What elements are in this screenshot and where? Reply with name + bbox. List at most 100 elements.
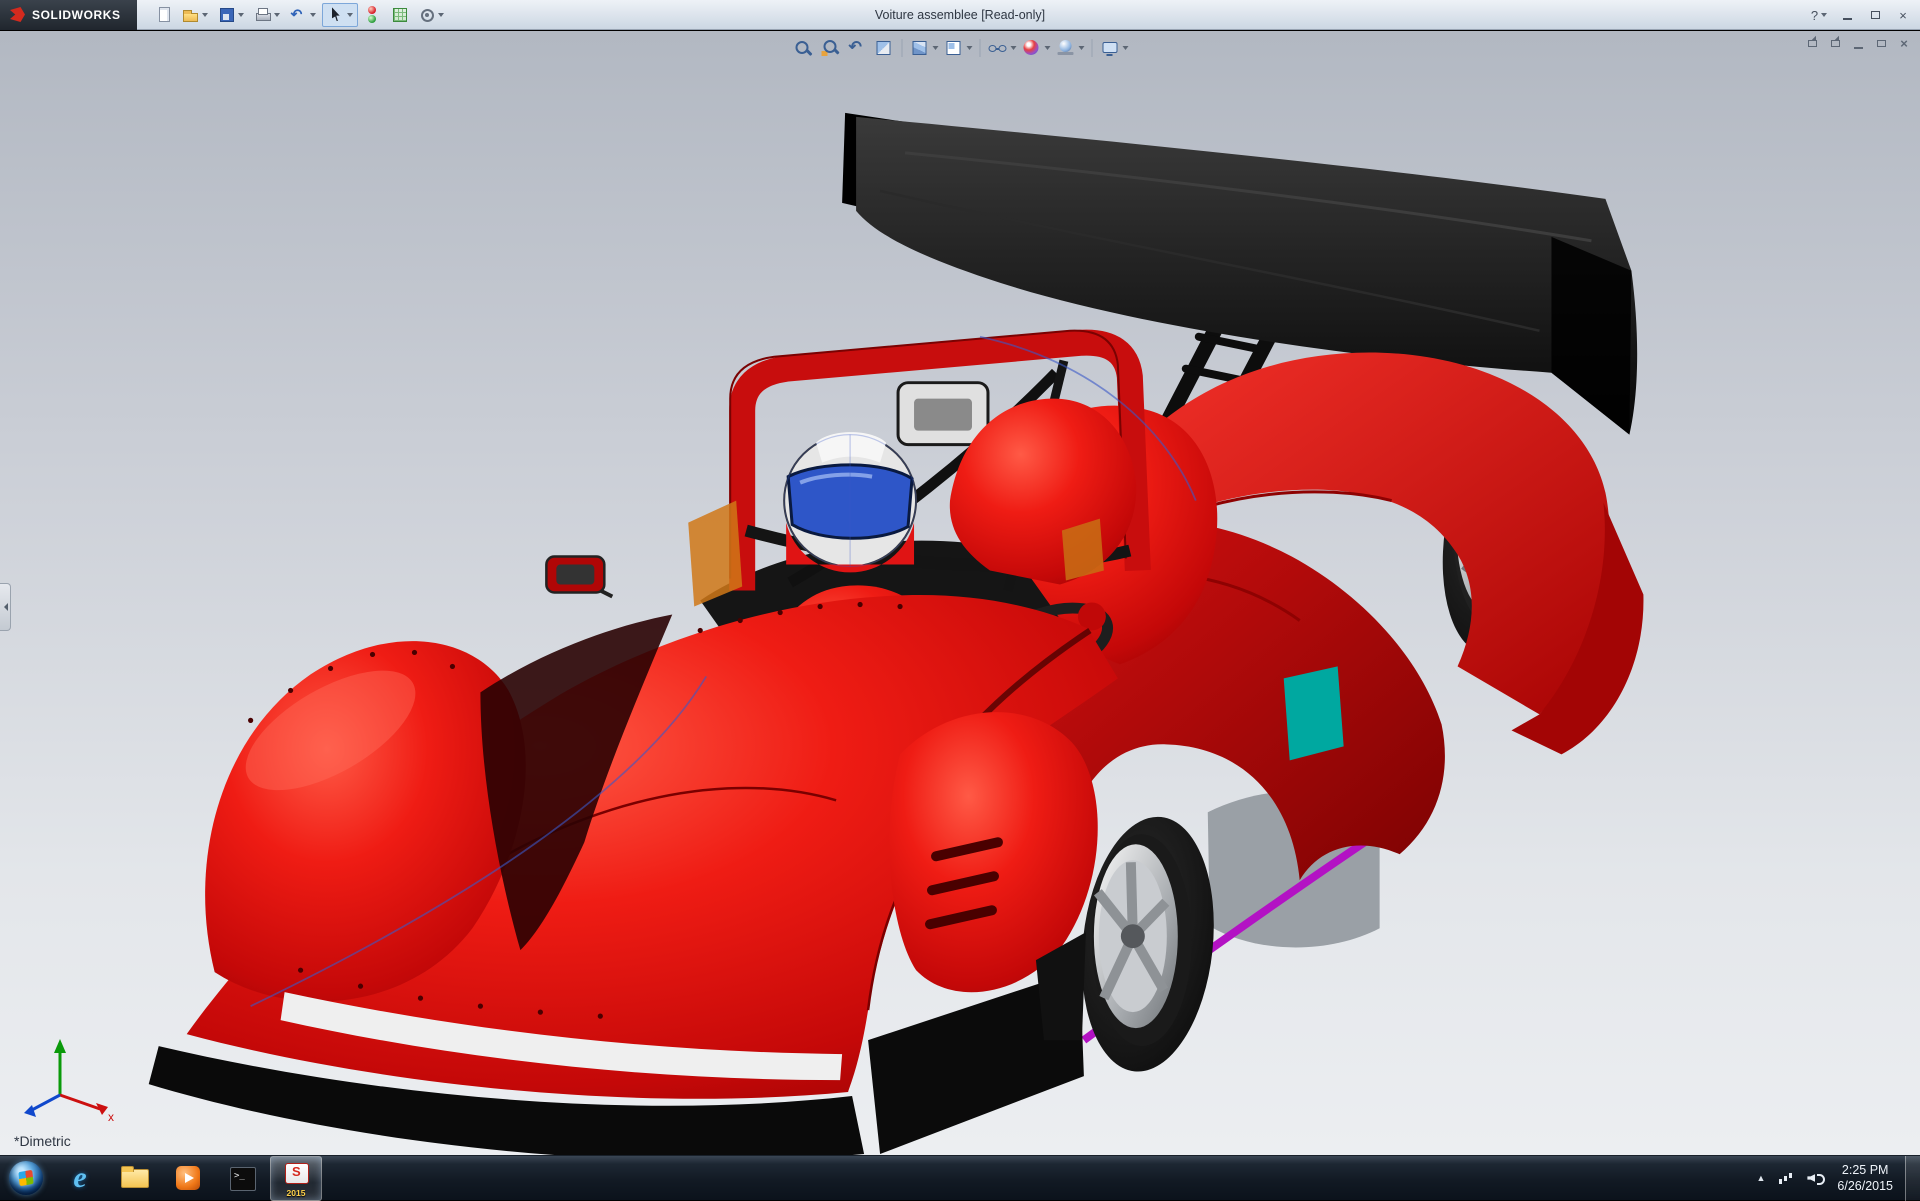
select-dropdown-caret[interactable] — [347, 13, 353, 17]
start-button[interactable] — [0, 1156, 52, 1201]
maximize-icon — [1871, 11, 1880, 19]
edit-appearance-button[interactable] — [1020, 35, 1053, 61]
new-window-icon — [1808, 40, 1817, 47]
help-button[interactable]: ? — [1806, 4, 1832, 26]
apply-scene-dropdown-caret[interactable] — [1079, 46, 1085, 50]
select-icon — [327, 6, 344, 23]
options-dropdown-caret[interactable] — [438, 13, 444, 17]
previous-view-button[interactable] — [844, 35, 870, 61]
print-dropdown-caret[interactable] — [274, 13, 280, 17]
taskbar-command-prompt-button[interactable] — [216, 1156, 268, 1201]
hide-show-items-icon — [988, 38, 1008, 58]
options-button[interactable] — [414, 3, 448, 27]
view-orientation-dropdown-caret[interactable] — [933, 46, 939, 50]
minimize-button[interactable] — [1834, 4, 1860, 26]
title-bar: SOLIDWORKS Voiture assemblee [Read-only]… — [0, 0, 1920, 30]
command-prompt-icon — [227, 1163, 257, 1193]
view-settings-button[interactable] — [1098, 35, 1131, 61]
taskbar-internet-explorer-button[interactable] — [54, 1156, 106, 1201]
close-document-button[interactable]: × — [1894, 35, 1914, 52]
windows-orb-icon — [9, 1161, 43, 1195]
windows-taskbar: 2015 ▲ 2:25 PM 6/26/2015 — [0, 1155, 1920, 1200]
new-window-button[interactable] — [1802, 35, 1822, 52]
file-properties-button[interactable] — [387, 3, 412, 27]
view-settings-dropdown-caret[interactable] — [1123, 46, 1129, 50]
undo-dropdown-caret[interactable] — [310, 13, 316, 17]
view-orientation-button[interactable] — [908, 35, 941, 61]
window-controls: ? × — [1806, 0, 1916, 30]
network-icon[interactable] — [1778, 1170, 1796, 1186]
new-document-button[interactable] — [151, 3, 176, 27]
hide-show-items-dropdown-caret[interactable] — [1011, 46, 1017, 50]
toolbar-separator — [980, 39, 981, 57]
section-view-button[interactable] — [871, 35, 897, 61]
show-hidden-icons-button[interactable]: ▲ — [1748, 1173, 1773, 1183]
edit-appearance-icon — [1022, 38, 1042, 58]
system-tray: ▲ 2:25 PM 6/26/2015 — [1748, 1156, 1920, 1200]
show-desktop-button[interactable] — [1905, 1156, 1920, 1201]
taskbar-clock[interactable]: 2:25 PM 6/26/2015 — [1829, 1162, 1905, 1194]
zoom-to-area-button[interactable] — [817, 35, 843, 61]
open-dropdown-caret[interactable] — [202, 13, 208, 17]
hide-show-items-button[interactable] — [986, 35, 1019, 61]
internet-explorer-icon — [65, 1163, 95, 1193]
feature-panel-collapse-tab[interactable] — [0, 583, 11, 631]
save-dropdown-caret[interactable] — [238, 13, 244, 17]
headsup-view-toolbar — [790, 35, 1131, 61]
save-button[interactable] — [214, 3, 248, 27]
side-mirror[interactable] — [546, 557, 612, 597]
maximize-button[interactable] — [1862, 4, 1888, 26]
cascade-icon — [1831, 40, 1840, 47]
close-document-icon: × — [1900, 36, 1908, 51]
window-title: Voiture assemblee [Read-only] — [875, 0, 1045, 30]
undo-icon — [290, 6, 307, 23]
select-button[interactable] — [322, 3, 358, 27]
zoom-to-area-icon — [820, 38, 840, 58]
display-style-button[interactable] — [942, 35, 975, 61]
solidworks-2015-badge: 2015 — [271, 1188, 321, 1198]
solidworks-logo-icon — [10, 7, 25, 22]
zoom-to-fit-button[interactable] — [790, 35, 816, 61]
print-icon — [254, 6, 271, 23]
taskbar-windows-explorer-button[interactable] — [108, 1156, 160, 1201]
save-icon — [218, 6, 235, 23]
help-dropdown-caret[interactable] — [1821, 13, 1827, 17]
display-style-dropdown-caret[interactable] — [967, 46, 973, 50]
open-icon — [182, 6, 199, 23]
open-button[interactable] — [178, 3, 212, 27]
taskbar-buttons: 2015 — [0, 1156, 322, 1201]
taskbar-solidworks-2015-button[interactable]: 2015 — [270, 1156, 322, 1201]
volume-icon[interactable] — [1806, 1170, 1824, 1186]
zoom-to-fit-icon — [793, 38, 813, 58]
view-orientation-label: *Dimetric — [14, 1133, 71, 1149]
undo-button[interactable] — [286, 3, 320, 27]
rebuild-button[interactable] — [360, 3, 385, 27]
clock-date: 6/26/2015 — [1837, 1178, 1893, 1194]
display-style-icon — [944, 38, 964, 58]
view-orientation-icon — [910, 38, 930, 58]
close-button[interactable]: × — [1890, 4, 1916, 26]
options-icon — [418, 6, 435, 23]
taskbar-media-player-button[interactable] — [162, 1156, 214, 1201]
toolbar-separator — [1092, 39, 1093, 57]
close-icon: × — [1899, 8, 1907, 23]
minimize-icon — [1843, 18, 1852, 20]
edit-appearance-dropdown-caret[interactable] — [1045, 46, 1051, 50]
clock-time: 2:25 PM — [1837, 1162, 1893, 1178]
document-window-controls: × — [1802, 35, 1914, 52]
restore-document-button[interactable] — [1871, 35, 1891, 52]
minimize-document-button[interactable] — [1848, 35, 1868, 52]
minimize-document-icon — [1854, 47, 1863, 49]
cascade-windows-button[interactable] — [1825, 35, 1845, 52]
print-button[interactable] — [250, 3, 284, 27]
view-settings-icon — [1100, 38, 1120, 58]
rebuild-icon — [364, 6, 381, 23]
graphics-viewport[interactable]: × x *Dimetric — [0, 31, 1920, 1155]
brand-name: SOLIDWORKS — [32, 8, 121, 22]
model-canvas[interactable] — [0, 31, 1920, 1155]
orientation-triad: x — [14, 1033, 124, 1129]
media-player-icon — [173, 1163, 203, 1193]
apply-scene-button[interactable] — [1054, 35, 1087, 61]
air-intake-box[interactable] — [898, 383, 988, 445]
section-view-icon — [874, 38, 894, 58]
